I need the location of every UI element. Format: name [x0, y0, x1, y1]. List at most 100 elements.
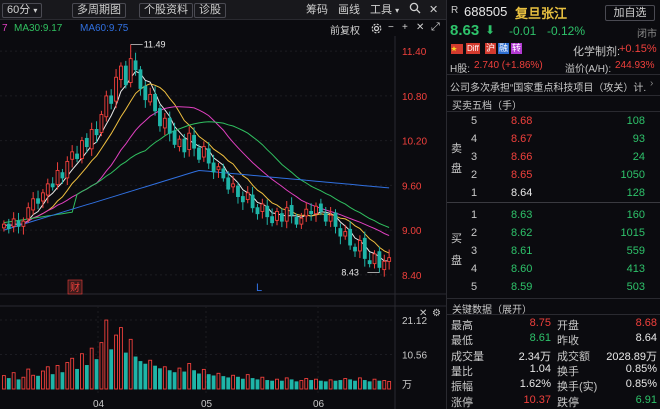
sector-label: 化学制剂: [573, 46, 621, 58]
order-book-title[interactable]: 买卖五档（手） [452, 97, 522, 112]
order-price[interactable]: 8.61 [511, 245, 532, 257]
key-data-value: 8.64 [635, 332, 657, 345]
order-price[interactable]: 8.59 [511, 281, 532, 293]
candlestick-chart[interactable]: 11.4010.8010.209.609.008.4021.1210.56万✕ ⚙… [0, 36, 446, 409]
candle [89, 129, 94, 150]
h-share-value[interactable]: 2.740 (+1.86%) [474, 60, 543, 71]
volume-bar [382, 380, 387, 390]
candle [153, 93, 157, 112]
minus-icon[interactable]: − [388, 22, 394, 33]
h-share-label: H股: [450, 64, 470, 75]
volume-bar [255, 379, 260, 390]
candle [158, 108, 162, 127]
sell-order-row[interactable]: 5 8.68 108 [447, 114, 660, 130]
price-tick-label: 8.40 [402, 271, 422, 282]
candle [231, 183, 236, 188]
fullscreen-icon[interactable]: ⤢ [431, 21, 440, 34]
buy-order-row[interactable]: 2 8.62 1015 [447, 226, 660, 242]
search-icon[interactable] [405, 2, 425, 17]
key-data-row: 成交量 2.34万 成交额 2028.89万 [447, 347, 660, 363]
ma-legend: 7 MA30:9.17 MA60:9.75 前复权 − + ✕ ⤢ [0, 21, 446, 37]
candle [21, 220, 26, 227]
order-volume: 1050 [620, 169, 645, 181]
x-tick-label: 06 [313, 399, 325, 409]
order-level: 2 [471, 227, 478, 239]
company-news[interactable]: 公司多次承担“国家重点科技项目（攻关）计... [450, 79, 646, 94]
order-volume: 413 [626, 263, 645, 275]
tools-menu-button[interactable]: 工具 ▾ [366, 3, 403, 18]
order-price[interactable]: 8.62 [511, 227, 532, 239]
volume-bar [284, 377, 289, 390]
sell-order-row[interactable]: 3 8.66 24 [447, 150, 660, 166]
volume-bar [172, 372, 177, 390]
diagnose-button[interactable]: 诊股 [194, 3, 226, 18]
close-icon[interactable]: ✕ [419, 308, 427, 319]
settings-icon[interactable] [371, 23, 382, 37]
sell-order-row[interactable]: 4 8.67 93 [447, 132, 660, 148]
candle [338, 228, 343, 237]
close-icon[interactable]: ✕ [416, 22, 424, 33]
candle [55, 170, 60, 186]
chip-distribution-button[interactable]: 筹码 [302, 3, 332, 18]
sell-order-row[interactable]: 1 8.64 128 [447, 186, 660, 202]
stock-info-button[interactable]: 个股资料 [139, 3, 193, 18]
order-price[interactable]: 8.68 [511, 115, 532, 127]
buy-order-row[interactable]: 4 8.60 413 [447, 262, 660, 278]
volume-unit-label: 万 [402, 380, 412, 391]
candle [99, 114, 104, 133]
multi-period-button[interactable]: 多周期图 [72, 3, 126, 18]
candle [275, 211, 279, 221]
stock-type-tag: R [451, 5, 459, 16]
order-price[interactable]: 8.67 [511, 133, 532, 145]
close-icon[interactable]: ✕ [425, 3, 442, 18]
candle [372, 253, 377, 265]
candle [323, 213, 328, 222]
arrow-down-icon: ⬇ [485, 23, 496, 37]
plus-icon[interactable]: + [402, 22, 408, 33]
candle [367, 260, 372, 265]
order-price[interactable]: 8.64 [511, 187, 532, 199]
order-price[interactable]: 8.65 [511, 169, 532, 181]
tools-label: 工具 [370, 4, 392, 16]
volume-bar [119, 327, 123, 390]
order-price[interactable]: 8.63 [511, 209, 532, 221]
buy-order-row[interactable]: 1 8.63 160 [447, 208, 660, 224]
margin-badge: 融 [498, 43, 509, 54]
volume-bar [245, 374, 250, 390]
sell-order-row[interactable]: 2 8.65 1050 [447, 168, 660, 184]
quote-panel: R 688505 复旦张江 加自选 8.63 ⬇ -0.01 -0.12% 闭市… [446, 0, 660, 409]
key-data-value: 1.04 [529, 362, 551, 375]
candle [123, 65, 128, 86]
chevron-right-icon[interactable]: › [650, 78, 653, 89]
add-watchlist-button[interactable]: 加自选 [605, 5, 655, 21]
sector-change[interactable]: +0.15% [619, 43, 657, 55]
candle [245, 192, 250, 200]
volume-bar [279, 380, 284, 390]
adjust-select[interactable]: 前复权 [330, 22, 360, 37]
draw-line-button[interactable]: 画线 [334, 3, 364, 18]
ma20-value: 7 [2, 23, 8, 34]
key-data-row: 涨停 10.37 跌停 6.91 [447, 393, 660, 409]
buy-order-row[interactable]: 3 8.61 559 [447, 244, 660, 260]
volume-bar [109, 349, 114, 390]
market-status: 闭市 [637, 29, 657, 40]
volume-bar [138, 361, 143, 390]
candle [114, 76, 118, 102]
volume-bar [231, 374, 236, 390]
volume-bar [45, 366, 50, 390]
candle [133, 60, 138, 71]
candle [250, 194, 255, 209]
buy-order-row[interactable]: 5 8.59 503 [447, 280, 660, 296]
order-price[interactable]: 8.60 [511, 263, 532, 275]
volume-bar [128, 338, 133, 390]
order-price[interactable]: 8.66 [511, 151, 532, 163]
diff-badge: Diff [466, 43, 480, 54]
settings-icon[interactable]: ⚙ [432, 308, 441, 319]
order-level: 2 [471, 169, 478, 181]
candle [265, 205, 270, 218]
volume-bar [275, 378, 279, 390]
key-data-row: 最高 8.75 开盘 8.68 [447, 316, 660, 332]
order-level: 5 [471, 281, 478, 293]
volume-bar [328, 379, 333, 390]
period-select[interactable]: 60分 ▾ [2, 3, 43, 18]
